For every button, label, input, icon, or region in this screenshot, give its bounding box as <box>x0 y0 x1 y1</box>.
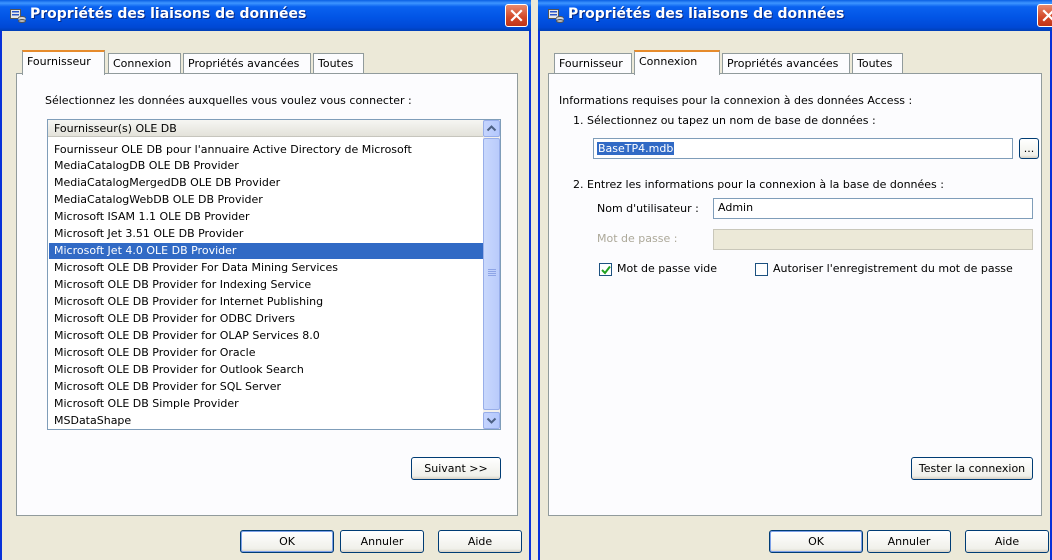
tab-toutes[interactable]: Toutes <box>313 53 364 74</box>
step2-label: 2. Entrez les informations pour la conne… <box>573 178 944 191</box>
tab-fournisseur[interactable]: Fournisseur <box>554 53 632 74</box>
save-password-label[interactable]: Autoriser l'enregistrement du mot de pas… <box>773 262 1013 275</box>
ok-button[interactable]: OK <box>769 530 863 553</box>
close-button[interactable] <box>505 4 528 27</box>
password-input[interactable] <box>713 229 1033 250</box>
title-bar[interactable]: Propriétés des liaisons de données <box>0 0 531 31</box>
tab-panel-connexion: Informations requises pour la connexion … <box>548 73 1042 516</box>
data-link-icon <box>10 8 26 23</box>
database-name-field[interactable]: BaseTP4.mdb <box>593 138 1013 159</box>
tab-strip: Fournisseur Connexion Propriétés avancée… <box>22 50 529 75</box>
data-link-properties-window-provider: Propriétés des liaisons de données Fourn… <box>0 0 531 560</box>
list-item[interactable]: Fournisseur OLE DB pour l'annuaire Activ… <box>49 142 483 158</box>
tab-proprietes-avancees[interactable]: Propriétés avancées <box>722 53 850 74</box>
tab-proprietes-avancees[interactable]: Propriétés avancées <box>183 53 311 74</box>
list-item-selected[interactable]: Microsoft Jet 4.0 OLE DB Provider <box>49 243 483 259</box>
close-icon <box>510 9 523 22</box>
data-link-icon <box>548 8 564 23</box>
arrow-down-icon <box>486 417 497 424</box>
scroll-up-button[interactable] <box>483 120 500 137</box>
tab-toutes[interactable]: Toutes <box>852 53 903 74</box>
browse-button[interactable]: ... <box>1019 138 1039 159</box>
tab-fournisseur[interactable]: Fournisseur <box>22 50 105 75</box>
save-password-checkbox[interactable] <box>755 263 768 276</box>
close-button[interactable] <box>1037 4 1052 27</box>
list-item[interactable]: Microsoft OLE DB Provider for Outlook Se… <box>49 362 483 378</box>
password-label: Mot de passe : <box>597 232 678 245</box>
instruction-label: Sélectionnez les données auxquelles vous… <box>45 94 412 107</box>
username-label: Nom d'utilisateur : <box>597 202 699 215</box>
blank-password-checkbox[interactable] <box>599 263 612 276</box>
step1-label: 1. Sélectionnez ou tapez un nom de base … <box>573 114 876 127</box>
list-item[interactable]: Microsoft OLE DB Provider for SQL Server <box>49 379 483 395</box>
tab-connexion[interactable]: Connexion <box>108 53 181 74</box>
list-item[interactable]: Microsoft OLE DB Provider For Data Minin… <box>49 260 483 276</box>
list-item[interactable]: Microsoft OLE DB Simple Provider <box>49 396 483 412</box>
vertical-scrollbar[interactable] <box>483 120 500 429</box>
checkmark-icon <box>601 265 611 275</box>
provider-list[interactable]: Fournisseur(s) OLE DB Fournisseur OLE DB… <box>47 119 501 430</box>
list-item[interactable]: MSDataShape <box>49 413 483 429</box>
list-item[interactable]: Microsoft OLE DB Provider for ODBC Drive… <box>49 311 483 327</box>
list-item[interactable]: Microsoft OLE DB Provider for Internet P… <box>49 294 483 310</box>
list-item[interactable]: MediaCatalogWebDB OLE DB Provider <box>49 192 483 208</box>
list-column-header[interactable]: Fournisseur(s) OLE DB <box>48 120 483 137</box>
tab-panel-fournisseur: Sélectionnez les données auxquelles vous… <box>16 73 518 516</box>
window-title: Propriétés des liaisons de données <box>568 6 845 22</box>
list-item[interactable]: Microsoft OLE DB Provider for Indexing S… <box>49 277 483 293</box>
list-item[interactable]: Microsoft OLE DB Provider for OLAP Servi… <box>49 328 483 344</box>
blank-password-label[interactable]: Mot de passe vide <box>617 262 717 275</box>
username-input[interactable]: Admin <box>713 198 1033 219</box>
list-item[interactable]: Microsoft ISAM 1.1 OLE DB Provider <box>49 209 483 225</box>
test-connection-button[interactable]: Tester la connexion <box>911 457 1033 480</box>
scroll-thumb[interactable] <box>483 138 500 410</box>
close-icon <box>1042 9 1052 22</box>
list-item[interactable]: MediaCatalogDB OLE DB Provider <box>49 158 483 174</box>
tab-connexion[interactable]: Connexion <box>634 50 720 75</box>
database-name-value: BaseTP4.mdb <box>597 142 675 155</box>
ok-button[interactable]: OK <box>240 530 334 553</box>
list-item[interactable]: MediaCatalogMergedDB OLE DB Provider <box>49 175 483 191</box>
list-item[interactable]: Microsoft OLE DB Provider for Oracle <box>49 345 483 361</box>
arrow-up-icon <box>486 125 497 132</box>
cancel-button[interactable]: Annuler <box>340 530 424 553</box>
title-bar[interactable]: Propriétés des liaisons de données <box>538 0 1052 31</box>
help-button[interactable]: Aide <box>438 530 522 553</box>
data-link-properties-window-connection: Propriétés des liaisons de données Fourn… <box>538 0 1052 560</box>
window-title: Propriétés des liaisons de données <box>30 6 307 22</box>
tab-strip: Fournisseur Connexion Propriétés avancée… <box>554 50 1050 75</box>
list-item[interactable]: Microsoft Jet 3.51 OLE DB Provider <box>49 226 483 242</box>
cancel-button[interactable]: Annuler <box>867 530 951 553</box>
info-heading: Informations requises pour la connexion … <box>559 94 913 107</box>
help-button[interactable]: Aide <box>965 530 1049 553</box>
scroll-down-button[interactable] <box>483 412 500 429</box>
next-button[interactable]: Suivant >> <box>411 457 501 480</box>
